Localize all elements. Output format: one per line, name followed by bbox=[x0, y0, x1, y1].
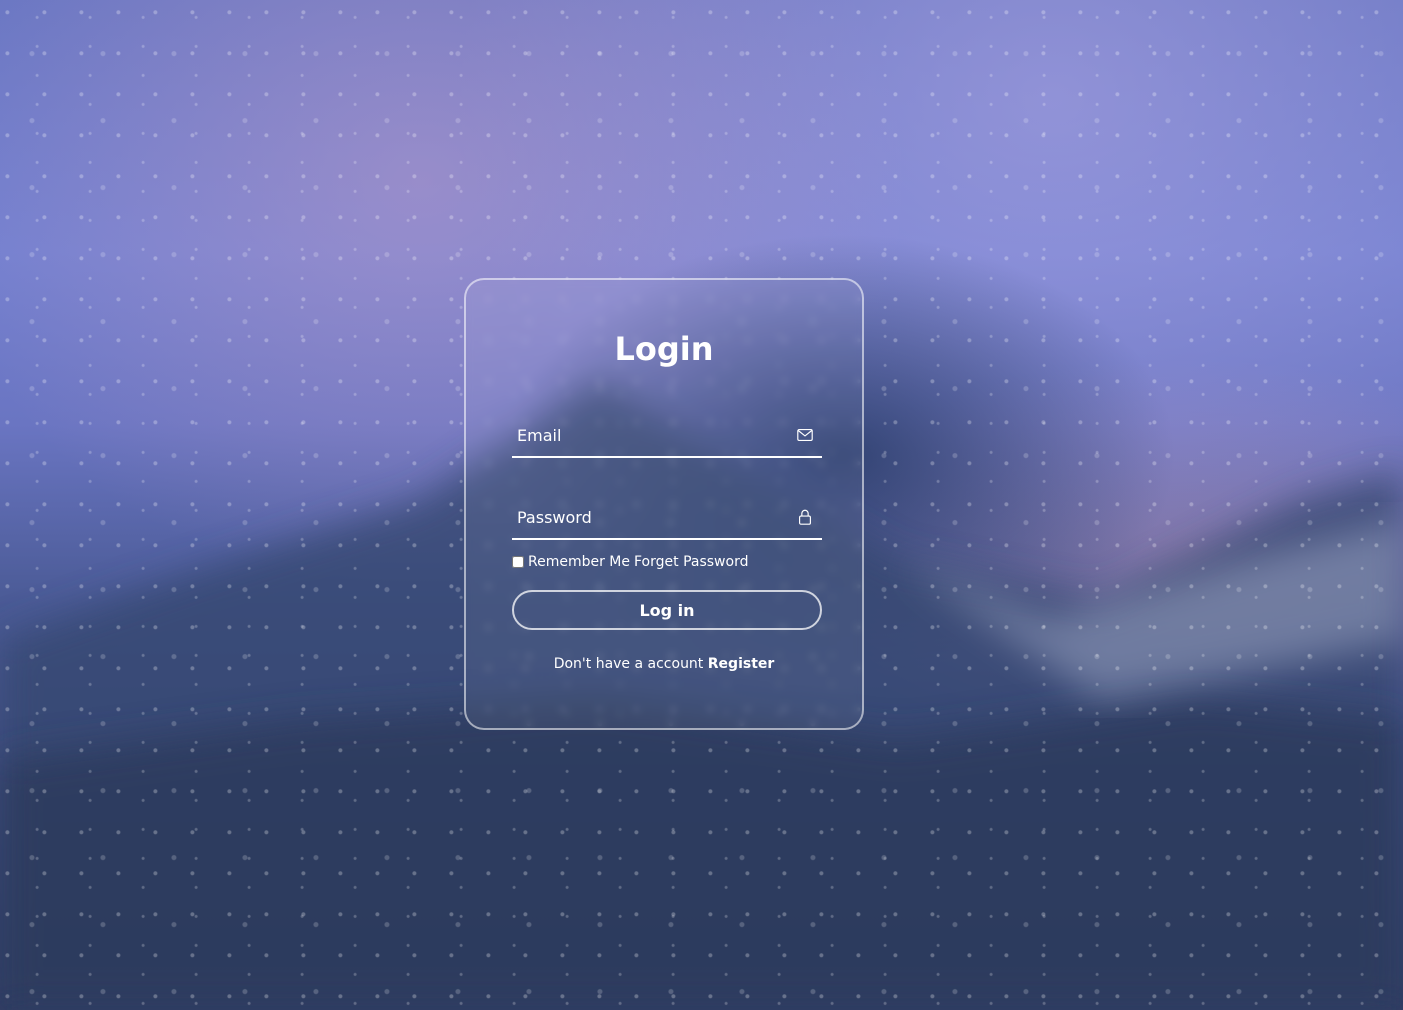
email-input[interactable] bbox=[512, 416, 782, 454]
login-button[interactable]: Log in bbox=[512, 590, 822, 630]
mail-icon bbox=[797, 429, 813, 441]
lock-icon bbox=[799, 509, 811, 525]
remember-forgot-row: Remember Me Forget Password bbox=[512, 554, 748, 570]
register-row: Don't have a account Register bbox=[466, 656, 862, 672]
login-card: Login Remember Me Forget Password Log in… bbox=[464, 278, 864, 730]
forgot-password-link[interactable]: Forget Password bbox=[634, 554, 748, 570]
remember-me-checkbox[interactable] bbox=[512, 556, 524, 568]
remember-me-label[interactable]: Remember Me bbox=[528, 554, 630, 570]
register-prompt: Don't have a account bbox=[553, 656, 704, 672]
password-field-wrapper bbox=[512, 498, 822, 540]
register-link[interactable]: Register bbox=[708, 656, 775, 672]
email-field-wrapper bbox=[512, 416, 822, 458]
password-input[interactable] bbox=[512, 498, 782, 536]
login-title: Login bbox=[614, 330, 714, 368]
